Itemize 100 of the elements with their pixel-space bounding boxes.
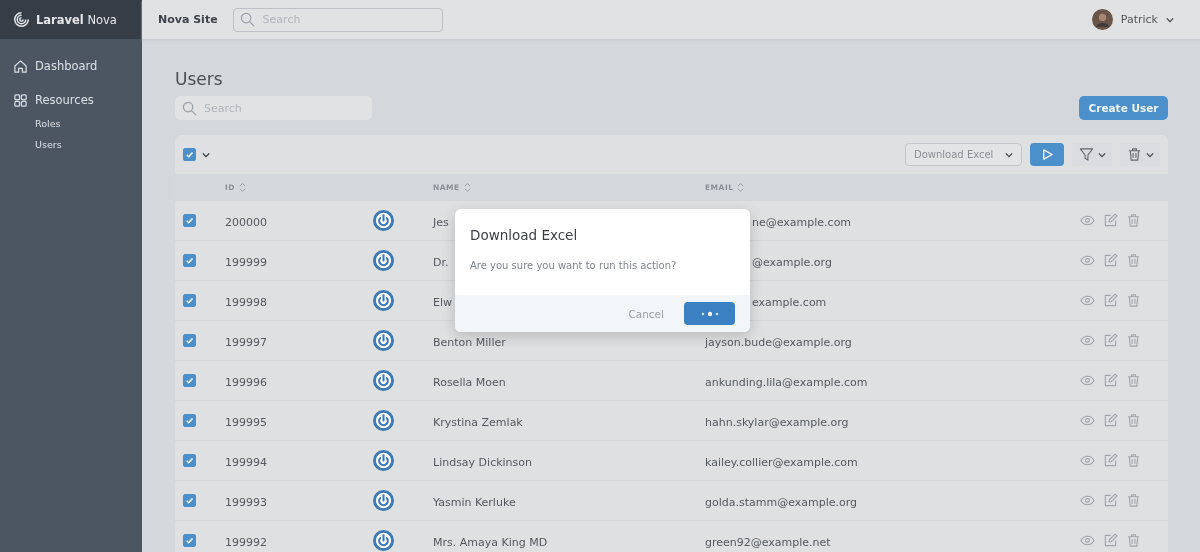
chevron-down-icon — [1145, 151, 1154, 158]
email-cell: jayson.bude@example.org — [705, 336, 852, 349]
email-cell: ankunding.lila@example.com — [705, 376, 868, 389]
row-checkbox[interactable] — [183, 454, 196, 467]
view-icon[interactable] — [1080, 493, 1095, 508]
delete-icon[interactable] — [1126, 373, 1141, 388]
action-select[interactable]: Download Excel — [905, 143, 1022, 166]
view-icon[interactable] — [1080, 293, 1095, 308]
row-checkbox[interactable] — [183, 334, 196, 347]
id-cell: 200000 — [225, 216, 267, 229]
edit-icon[interactable] — [1103, 373, 1118, 388]
check-icon — [184, 255, 195, 266]
edit-icon[interactable] — [1103, 453, 1118, 468]
delete-icon[interactable] — [1126, 413, 1141, 428]
id-cell: 199997 — [225, 336, 267, 349]
create-user-button[interactable]: Create User — [1079, 96, 1168, 120]
sort-icon — [463, 181, 471, 193]
email-cell: golda.stamm@example.org — [705, 496, 858, 509]
name-cell: Jes — [433, 216, 449, 229]
row-checkbox[interactable] — [183, 534, 196, 547]
edit-icon[interactable] — [1103, 493, 1118, 508]
chevron-down-icon — [1005, 151, 1013, 158]
brand-name: Laravel Nova — [36, 12, 117, 27]
name-cell: Benton Miller — [433, 336, 506, 349]
run-action-button[interactable] — [1030, 143, 1064, 166]
check-icon — [184, 335, 195, 346]
filter-icon — [1078, 147, 1094, 162]
name-cell: Krystina Zemlak — [433, 416, 523, 429]
id-cell: 199998 — [225, 296, 267, 309]
id-cell: 199995 — [225, 416, 267, 429]
name-cell: Dr. — [433, 256, 449, 269]
name-cell: Yasmin Kerluke — [433, 496, 516, 509]
check-icon — [184, 455, 195, 466]
delete-icon[interactable] — [1126, 453, 1141, 468]
row-checkbox[interactable] — [183, 414, 196, 427]
chevron-down-icon[interactable] — [202, 151, 210, 158]
delete-icon[interactable] — [1126, 333, 1141, 348]
view-icon[interactable] — [1080, 253, 1095, 268]
check-icon — [184, 149, 195, 160]
delete-menu-button[interactable] — [1120, 143, 1160, 166]
row-checkbox[interactable] — [183, 294, 196, 307]
view-icon[interactable] — [1080, 373, 1095, 388]
grid-icon — [13, 92, 28, 108]
dialog-message: Are you sure you want to run this action? — [470, 260, 678, 271]
check-icon — [184, 295, 195, 306]
sort-icon — [737, 181, 745, 193]
delete-icon[interactable] — [1126, 253, 1141, 268]
view-icon[interactable] — [1080, 213, 1095, 228]
power-icon — [373, 490, 394, 511]
select-all-checkbox[interactable] — [183, 148, 196, 161]
cancel-button[interactable]: Cancel — [622, 306, 670, 321]
row-checkbox[interactable] — [183, 374, 196, 387]
email-cell: ne@example.com — [752, 216, 852, 229]
row-checkbox[interactable] — [183, 494, 196, 507]
sidebar-subitem[interactable]: Users — [0, 139, 142, 160]
name-cell: Rosella Moen — [433, 376, 506, 389]
check-icon — [184, 535, 195, 546]
row-checkbox[interactable] — [183, 254, 196, 267]
check-icon — [184, 495, 195, 506]
chevron-down-icon — [1097, 151, 1106, 158]
delete-icon[interactable] — [1126, 213, 1141, 228]
delete-icon[interactable] — [1126, 493, 1141, 508]
edit-icon[interactable] — [1103, 213, 1118, 228]
edit-icon[interactable] — [1103, 333, 1118, 348]
view-icon[interactable] — [1080, 533, 1095, 548]
sidebar-item[interactable]: Resources — [0, 88, 142, 112]
power-icon — [373, 410, 394, 431]
view-icon[interactable] — [1080, 453, 1095, 468]
run-button[interactable] — [684, 302, 735, 325]
edit-icon[interactable] — [1103, 293, 1118, 308]
sort-icon — [239, 181, 247, 193]
play-icon — [1040, 148, 1054, 161]
view-icon[interactable] — [1080, 413, 1095, 428]
view-icon[interactable] — [1080, 333, 1095, 348]
power-icon — [373, 450, 394, 471]
name-cell: Mrs. Amaya King MD — [433, 536, 548, 549]
filter-button[interactable] — [1072, 143, 1112, 166]
email-cell: example.com — [752, 296, 827, 309]
loading-icon — [699, 310, 720, 317]
page-title: Users — [175, 69, 224, 89]
id-cell: 199994 — [225, 456, 267, 469]
id-cell: 199999 — [225, 256, 267, 269]
search-icon — [239, 12, 255, 27]
delete-icon[interactable] — [1126, 293, 1141, 308]
avatar[interactable] — [1091, 9, 1113, 30]
email-cell: @example.org — [752, 256, 832, 269]
name-cell: Lindsay Dickinson — [433, 456, 533, 469]
home-icon — [13, 58, 28, 74]
delete-icon[interactable] — [1126, 533, 1141, 548]
power-icon — [373, 250, 394, 271]
edit-icon[interactable] — [1103, 253, 1118, 268]
id-cell: 199992 — [225, 536, 267, 549]
chevron-down-icon[interactable] — [1166, 16, 1174, 23]
row-checkbox[interactable] — [183, 214, 196, 227]
edit-icon[interactable] — [1103, 413, 1118, 428]
user-name[interactable]: Patrick — [1120, 13, 1158, 26]
sidebar-subitem[interactable]: Roles — [0, 118, 142, 139]
sidebar-item[interactable]: Dashboard — [0, 54, 142, 78]
email-cell: hahn.skylar@example.org — [705, 416, 849, 429]
edit-icon[interactable] — [1103, 533, 1118, 548]
